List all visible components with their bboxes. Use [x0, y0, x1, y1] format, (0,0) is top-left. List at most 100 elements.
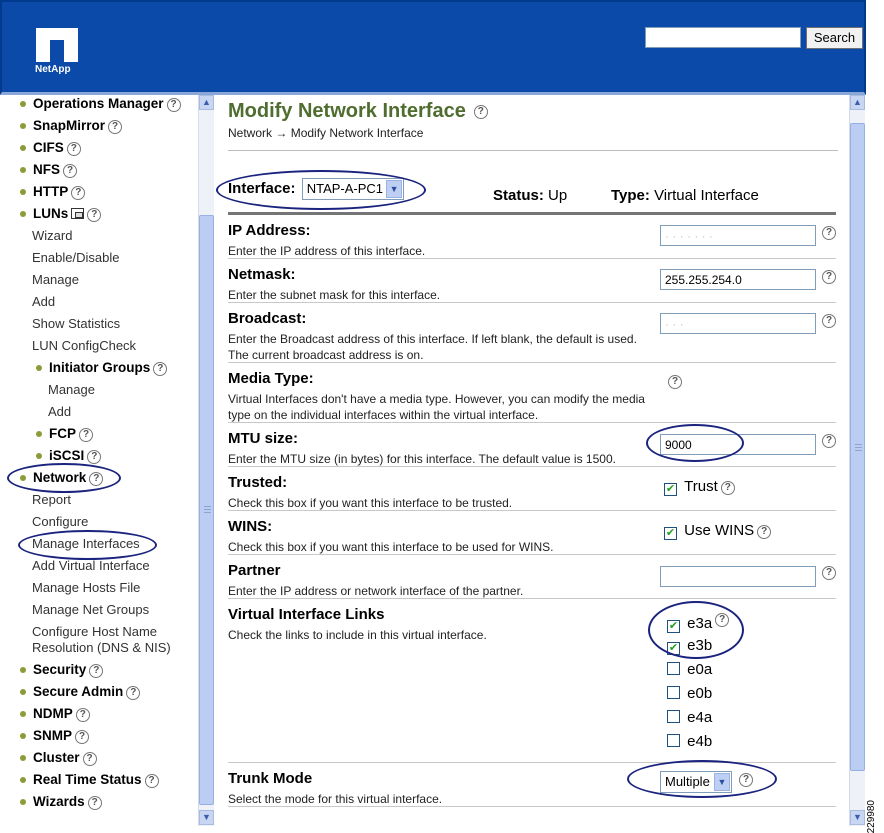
help-icon[interactable]: ? — [87, 450, 102, 464]
mtu-input[interactable] — [660, 434, 816, 455]
scroll-down-arrow-icon[interactable]: ▼ — [850, 810, 865, 825]
sidebar-item-real-time-status[interactable]: Real Time Status? — [20, 772, 159, 788]
chevron-down-icon[interactable]: ▼ — [714, 773, 730, 791]
link-e4a-checkbox[interactable] — [667, 710, 680, 723]
link-e4a-field: e4a — [667, 709, 712, 726]
help-icon[interactable]: ? — [473, 105, 488, 119]
sidebar-item-lun-configcheck[interactable]: LUN ConfigCheck — [32, 338, 136, 354]
trust-checkbox[interactable]: ✔ — [664, 483, 677, 496]
sidebar-item-cluster[interactable]: Cluster? — [20, 750, 97, 766]
virtual-interface-links-row: Virtual Interface Links Check the links … — [228, 605, 836, 763]
broadcast-desc: Enter the Broadcast address of this inte… — [228, 332, 637, 362]
help-icon[interactable]: ? — [822, 314, 836, 328]
help-icon[interactable]: ? — [144, 774, 159, 788]
sidebar-scroll-thumb[interactable] — [199, 215, 214, 805]
help-icon[interactable]: ? — [71, 186, 86, 200]
use-wins-checkbox[interactable]: ✔ — [664, 527, 677, 540]
link-e4b-checkbox[interactable] — [667, 734, 680, 747]
trunk-mode-select[interactable]: Multiple ▼ — [660, 771, 732, 793]
help-icon[interactable]: ? — [720, 481, 735, 495]
help-icon[interactable]: ? — [108, 120, 123, 134]
main-scroll-thumb[interactable] — [850, 123, 865, 771]
help-icon[interactable]: ? — [75, 708, 90, 722]
scroll-down-arrow-icon[interactable]: ▼ — [199, 810, 214, 825]
sidebar-item-add-virtual-interface[interactable]: Add Virtual Interface — [32, 558, 150, 574]
sidebar-item-iscsi[interactable]: iSCSI? — [35, 448, 102, 464]
breadcrumb-network[interactable]: Network — [228, 126, 272, 140]
sidebar-item-net-configure[interactable]: Configure — [32, 514, 88, 530]
sidebar-item-manage-net-groups[interactable]: Manage Net Groups — [32, 602, 149, 618]
search-button[interactable]: Search — [806, 27, 863, 49]
sidebar-item-configure-host-name[interactable]: Configure Host Name Resolution (DNS & NIS… — [32, 624, 171, 656]
sidebar-item-secure-admin[interactable]: Secure Admin? — [19, 684, 141, 700]
sidebar-item-cifs[interactable]: CIFS? — [20, 140, 81, 156]
sidebar-item-fcp[interactable]: FCP? — [36, 426, 93, 442]
chevron-down-icon[interactable]: ▼ — [386, 180, 403, 198]
help-icon[interactable]: ? — [79, 428, 93, 442]
link-e0a-checkbox[interactable] — [667, 662, 680, 675]
sidebar-item-wizards[interactable]: Wizards? — [20, 794, 102, 810]
help-icon[interactable]: ? — [87, 796, 102, 810]
help-icon[interactable]: ? — [63, 164, 77, 178]
help-icon[interactable]: ? — [89, 472, 104, 486]
help-icon[interactable]: ? — [166, 98, 181, 112]
help-icon[interactable]: ? — [822, 270, 836, 284]
sidebar-item-manage-interfaces[interactable]: Manage Interfaces — [32, 536, 140, 552]
sidebar-item-label: Configure Host Name — [32, 624, 157, 639]
link-e3b-checkbox[interactable]: ✔ — [667, 642, 680, 655]
sidebar-item-initiator-groups[interactable]: Initiator Groups? — [35, 360, 168, 376]
sidebar-item-nfs[interactable]: NFS? — [20, 162, 77, 178]
help-icon[interactable]: ? — [66, 142, 81, 156]
sidebar-item-luns-add[interactable]: Add — [32, 294, 55, 310]
help-icon[interactable]: ? — [822, 566, 836, 580]
sidebar-item-ndmp[interactable]: NDMP? — [20, 706, 90, 722]
sidebar-item-luns-enable-disable[interactable]: Enable/Disable — [32, 250, 119, 266]
search-input[interactable] — [645, 27, 801, 48]
sidebar-item-ig-manage[interactable]: Manage — [48, 382, 95, 398]
scroll-up-arrow-icon[interactable]: ▲ — [850, 95, 865, 110]
sidebar-item-operations-manager[interactable]: Operations Manager? — [20, 96, 181, 112]
help-icon[interactable]: ? — [126, 686, 141, 700]
sidebar-item-network[interactable]: Network? — [19, 470, 104, 486]
help-icon[interactable]: ? — [87, 208, 102, 222]
sidebar-item-ig-add[interactable]: Add — [48, 404, 71, 420]
partner-input[interactable] — [660, 566, 816, 587]
grip-icon — [204, 506, 211, 513]
scroll-up-arrow-icon[interactable]: ▲ — [199, 95, 214, 110]
help-icon[interactable]: ? — [153, 362, 168, 376]
divider — [228, 150, 838, 151]
help-icon[interactable]: ? — [822, 226, 836, 240]
trusted-row: Trusted: Check this box if you want this… — [228, 473, 836, 511]
sidebar-item-luns-wizard[interactable]: Wizard — [32, 228, 72, 244]
link-e3b-field: ✔ e3b — [667, 637, 712, 655]
sidebar-item-luns[interactable]: LUNs? — [19, 206, 102, 222]
sidebar-item-snmp[interactable]: SNMP? — [19, 728, 90, 744]
sidebar-item-net-report[interactable]: Report — [32, 492, 71, 508]
help-icon[interactable]: ? — [89, 664, 104, 678]
help-icon[interactable]: ? — [757, 525, 772, 539]
help-icon[interactable]: ? — [739, 773, 753, 787]
luns-window-icon — [71, 208, 85, 219]
link-e0b-checkbox[interactable] — [667, 686, 680, 699]
sidebar-item-security[interactable]: Security? — [19, 662, 104, 678]
help-icon[interactable]: ? — [715, 613, 730, 627]
help-icon[interactable]: ? — [82, 752, 97, 766]
main-scrollbar[interactable]: ▲ ▼ — [849, 95, 865, 826]
netmask-input[interactable] — [660, 269, 816, 290]
type-value: Virtual Interface — [654, 187, 759, 204]
help-icon[interactable]: ? — [822, 434, 836, 448]
interface-row: Interface: NTAP-A-PC1 ▼ — [228, 178, 405, 200]
link-e3a-checkbox[interactable]: ✔ — [667, 620, 680, 633]
sidebar-item-luns-show-statistics[interactable]: Show Statistics — [32, 316, 120, 332]
broadcast-input[interactable] — [660, 313, 816, 334]
sidebar-item-http[interactable]: HTTP? — [19, 184, 86, 200]
interface-select[interactable]: NTAP-A-PC1 ▼ — [301, 178, 405, 200]
help-icon[interactable]: ? — [75, 730, 90, 744]
sidebar-item-manage-hosts-file[interactable]: Manage Hosts File — [32, 580, 140, 596]
sidebar-item-luns-manage[interactable]: Manage — [32, 272, 79, 288]
help-icon[interactable]: ? — [668, 375, 682, 389]
sidebar-scrollbar[interactable]: ▲ ▼ — [198, 95, 214, 826]
sidebar-item-snapmirror[interactable]: SnapMirror? — [19, 118, 123, 134]
figure-id: 229980 — [866, 800, 877, 833]
ip-address-input[interactable] — [660, 225, 816, 246]
